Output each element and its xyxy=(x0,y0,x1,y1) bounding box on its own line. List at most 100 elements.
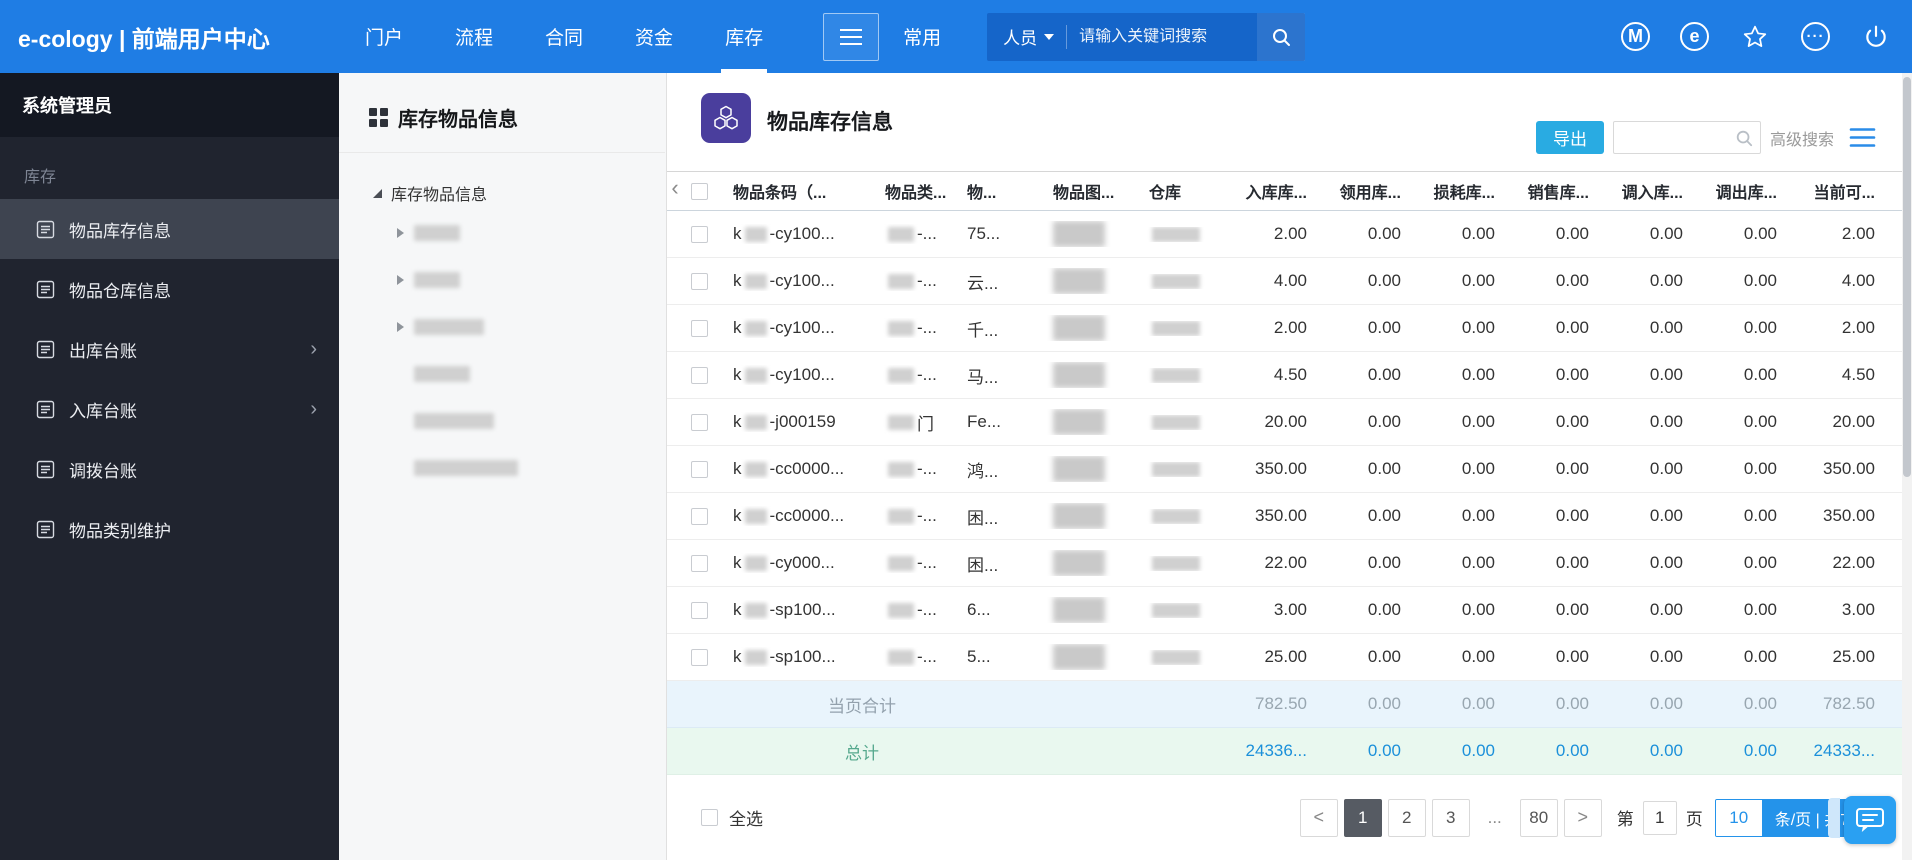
tree-item[interactable] xyxy=(373,256,666,303)
redacted-text xyxy=(888,649,914,665)
value-cell-stock_tout: 0.00 xyxy=(1743,365,1777,384)
advanced-search-link[interactable]: 高级搜索 xyxy=(1770,126,1834,150)
row-checkbox[interactable] xyxy=(690,554,708,572)
chat-button[interactable] xyxy=(1844,796,1896,844)
tree-root-node[interactable]: 库存物品信息 xyxy=(373,177,666,209)
category-cell: -... xyxy=(877,318,959,338)
image-cell xyxy=(1045,221,1141,247)
table-footer: 全选 < 1 2 3... 80 > 第 1 页 10 条/页 | 共79 xyxy=(667,775,1902,860)
category-fragment: -... xyxy=(917,459,937,478)
table-search-button[interactable] xyxy=(1735,129,1760,147)
nav-item-workflow[interactable]: 流程 xyxy=(429,0,519,73)
value-cell-stock_recv: 0.00 xyxy=(1367,318,1401,337)
sidebar-item-transfer-ledger[interactable]: 调拨台账 xyxy=(0,439,339,499)
list-view-icon[interactable] xyxy=(1849,126,1876,149)
collapse-panel-button[interactable]: ‹ xyxy=(667,177,683,199)
value-cell-stock_tout: 0.00 xyxy=(1743,553,1777,572)
tree-item[interactable] xyxy=(373,350,666,397)
search-category-dropdown[interactable]: 人员 xyxy=(987,24,1066,49)
barcode-cell: k -cy000... xyxy=(719,553,877,573)
column-header-image: 物品图... xyxy=(1053,185,1115,202)
redacted-text xyxy=(744,555,767,571)
row-checkbox[interactable] xyxy=(690,319,708,337)
category-fragment: -... xyxy=(917,647,937,666)
tree-item[interactable] xyxy=(373,303,666,350)
quick-menu-button[interactable]: 常用 xyxy=(903,23,941,50)
nav-item-funds[interactable]: 资金 xyxy=(609,0,699,73)
row-checkbox[interactable] xyxy=(690,507,708,525)
value-cell-stock_tout: 0.00 xyxy=(1743,647,1777,666)
jump-page-input[interactable]: 1 xyxy=(1642,800,1677,835)
select-all-checkbox[interactable] xyxy=(701,809,718,826)
prev-page-button[interactable]: < xyxy=(1299,798,1338,837)
redacted-text xyxy=(744,508,767,524)
export-button[interactable]: 导出 xyxy=(1535,121,1604,154)
tree-item[interactable] xyxy=(373,444,666,491)
tree-item[interactable] xyxy=(373,209,666,256)
tree-children xyxy=(373,209,666,491)
value-cell-stock_loss: 0.00 xyxy=(1461,271,1495,290)
value-cell-stock_loss: 0.00 xyxy=(1461,553,1495,572)
ecology-logo-icon[interactable]: e xyxy=(1680,22,1709,51)
redacted-image xyxy=(1053,315,1105,341)
nav-item-inventory[interactable]: 库存 xyxy=(699,0,789,73)
value-cell-stock_sale: 0.00 xyxy=(1555,224,1589,243)
scrollbar-thumb[interactable] xyxy=(1903,77,1911,477)
table-row: k -cc0000... -... 鸿... 350.00 0.00 0.00 0.00 0.0… xyxy=(667,446,1902,493)
barcode-cell: k -cy100... xyxy=(719,271,877,291)
page-size-value[interactable]: 10 xyxy=(1715,799,1762,836)
nav-item-contract[interactable]: 合同 xyxy=(519,0,609,73)
sidebar-item-outbound-ledger[interactable]: 出库台账 › xyxy=(0,319,339,379)
row-checkbox[interactable] xyxy=(690,272,708,290)
grand-total-value-stock_in: 24336... xyxy=(1245,741,1307,760)
sidebar-item-item-category-maintenance[interactable]: 物品类别维护 xyxy=(0,499,339,559)
page-button-1[interactable]: 1 xyxy=(1343,798,1382,837)
page-button-2[interactable]: 2 xyxy=(1387,798,1426,837)
row-checkbox[interactable] xyxy=(690,225,708,243)
tree-item[interactable] xyxy=(373,397,666,444)
barcode-prefix: k xyxy=(733,600,742,619)
redacted-label xyxy=(414,318,484,335)
page-button-3[interactable]: 3 xyxy=(1431,798,1470,837)
row-checkbox[interactable] xyxy=(690,648,708,666)
vertical-scrollbar[interactable] xyxy=(1902,73,1912,860)
row-checkbox[interactable] xyxy=(690,460,708,478)
table-search-input[interactable] xyxy=(1613,129,1735,146)
header-checkbox[interactable] xyxy=(690,182,708,200)
menu-toggle-button[interactable] xyxy=(823,12,880,61)
table-row: k -cy100... -... 千... 2.00 0.00 0.00 0.00 0.00 0.… xyxy=(667,305,1902,352)
logout-icon[interactable] xyxy=(1860,21,1892,53)
global-search-input[interactable] xyxy=(1067,27,1258,46)
redacted-image xyxy=(1053,644,1105,670)
row-checkbox[interactable] xyxy=(690,601,708,619)
value-cell-stock_avail: 3.00 xyxy=(1841,600,1875,619)
redacted-label xyxy=(414,271,460,288)
sidebar-item-item-stock-info[interactable]: 物品库存信息 xyxy=(0,199,339,259)
name-cell: 千... xyxy=(967,320,999,340)
value-cell-stock_tin: 0.00 xyxy=(1649,412,1683,431)
image-cell xyxy=(1045,456,1141,482)
column-header-warehouse: 仓库 xyxy=(1149,185,1182,202)
grid-icon xyxy=(369,108,388,127)
more-icon[interactable]: ··· xyxy=(1801,22,1830,51)
search-button[interactable] xyxy=(1257,12,1306,61)
category-cell: -... xyxy=(877,506,959,526)
select-all[interactable]: 全选 xyxy=(701,805,763,830)
page-button-80[interactable]: 80 xyxy=(1519,798,1558,837)
m-badge-icon[interactable]: M xyxy=(1621,22,1650,51)
value-cell-stock_recv: 0.00 xyxy=(1367,271,1401,290)
sidebar-item-inbound-ledger[interactable]: 入库台账 › xyxy=(0,379,339,439)
row-checkbox[interactable] xyxy=(690,413,708,431)
barcode-cell: k -cy100... xyxy=(719,224,877,244)
value-cell-stock_sale: 0.00 xyxy=(1555,553,1589,572)
category-tree: 库存物品信息 xyxy=(339,153,666,491)
value-cell-stock_sale: 0.00 xyxy=(1555,459,1589,478)
favorites-icon[interactable] xyxy=(1739,21,1771,53)
category-fragment: -... xyxy=(917,271,937,290)
nav-item-portal[interactable]: 门户 xyxy=(339,0,429,73)
redacted-text xyxy=(1152,555,1200,571)
row-checkbox[interactable] xyxy=(690,366,708,384)
sidebar-item-item-warehouse-info[interactable]: 物品仓库信息 xyxy=(0,259,339,319)
value-cell-stock_avail: 2.00 xyxy=(1841,224,1875,243)
next-page-button[interactable]: > xyxy=(1563,798,1602,837)
